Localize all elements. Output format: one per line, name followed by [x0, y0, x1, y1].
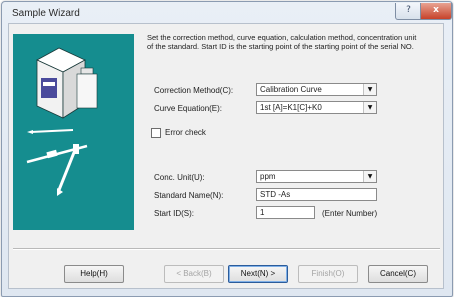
help-button[interactable]: Help(H) — [64, 265, 124, 283]
error-check-label[interactable]: Error check — [165, 128, 206, 137]
conc-unit-label: Conc. Unit(U): — [154, 173, 205, 182]
curve-equation-label: Curve Equation(E): — [154, 104, 223, 113]
chevron-down-icon[interactable]: ▼ — [363, 171, 376, 182]
button-separator — [13, 248, 440, 250]
start-id-label: Start ID(S): — [154, 209, 195, 218]
standard-name-input[interactable]: STD -As — [256, 188, 377, 201]
conc-unit-select[interactable]: ppm ▼ — [256, 170, 377, 183]
start-id-value: 1 — [260, 208, 265, 217]
correction-method-label: Correction Method(C): — [154, 86, 234, 95]
start-id-input[interactable]: 1 — [256, 206, 315, 219]
next-button[interactable]: Next(N) > — [228, 265, 288, 283]
chevron-down-icon[interactable]: ▼ — [363, 102, 376, 113]
close-button[interactable]: x — [420, 3, 452, 20]
error-check-checkbox[interactable] — [151, 128, 161, 138]
window-title: Sample Wizard — [12, 8, 80, 19]
wizard-illustration — [13, 34, 134, 230]
cancel-button[interactable]: Cancel(C) — [368, 265, 428, 283]
standard-name-label: Standard Name(N): — [154, 191, 224, 200]
finish-button[interactable]: Finish(O) — [298, 265, 358, 283]
question-icon: ? — [406, 5, 411, 15]
curve-equation-value: 1st [A]=K1[C]+K0 — [260, 103, 322, 112]
help-title-button[interactable]: ? — [395, 3, 422, 20]
correction-method-value: Calibration Curve — [260, 85, 322, 94]
curve-equation-select[interactable]: 1st [A]=K1[C]+K0 ▼ — [256, 101, 377, 114]
sample-vial-illustration — [26, 47, 98, 196]
chevron-down-icon[interactable]: ▼ — [363, 84, 376, 95]
start-id-hint: (Enter Number) — [322, 209, 378, 218]
close-icon: x — [433, 5, 439, 15]
wizard-description: Set the correction method, curve equatio… — [147, 33, 417, 51]
standard-name-value: STD -As — [260, 190, 291, 199]
back-button[interactable]: < Back(B) — [164, 265, 224, 283]
correction-method-select[interactable]: Calibration Curve ▼ — [256, 83, 377, 96]
conc-unit-value: ppm — [260, 172, 276, 181]
